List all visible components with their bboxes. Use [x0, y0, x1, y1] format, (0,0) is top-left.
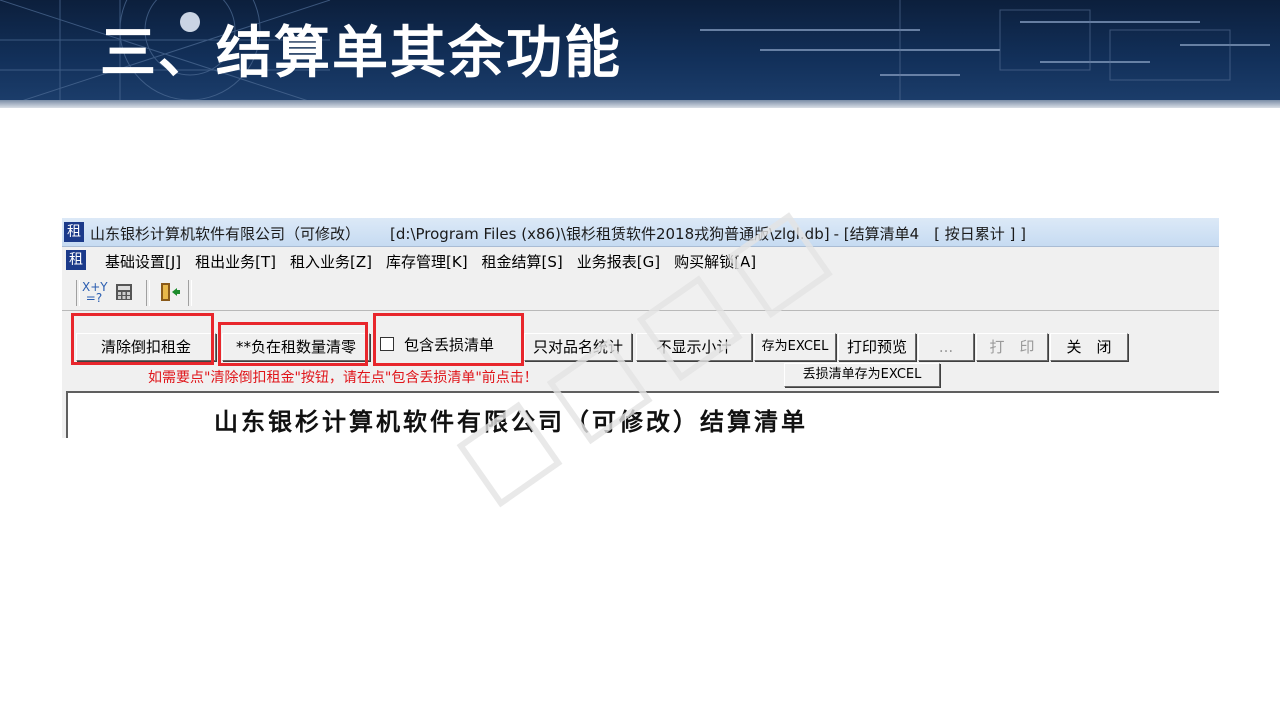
menu-purchase-unlock[interactable]: 购买解锁[A] — [667, 251, 763, 272]
menu-rent-out[interactable]: 租出业务[T] — [188, 251, 283, 272]
print-preview-button[interactable]: 打印预览 — [838, 333, 916, 361]
highlight-include-loss — [373, 313, 524, 366]
save-excel-button[interactable]: 存为EXCEL — [754, 333, 836, 361]
formula-bottom-text: =? — [85, 291, 103, 305]
calculator-icon[interactable] — [112, 282, 136, 304]
more-button[interactable]: ... — [918, 333, 974, 361]
menu-rent-settlement[interactable]: 租金结算[S] — [475, 251, 570, 272]
calculator-formula-icon[interactable]: X+Y =? — [82, 281, 108, 305]
window-title-path: [d:\Program Files (x86)\银杉租赁软件2018戎狗普通版\… — [390, 225, 830, 243]
report-preview: 山东银杉计算机软件有限公司（可修改）结算清单 — [66, 391, 1219, 438]
report-title: 山东银杉计算机软件有限公司（可修改）结算清单 — [214, 407, 808, 436]
slide-title: 三、结算单其余功能 — [100, 21, 622, 86]
toolbar-grip — [76, 280, 80, 306]
hint-text: 如需要点"清除倒扣租金"按钮，请在点"包含丢损清单"前点击！ — [148, 370, 538, 386]
toolbar: X+Y =? — [62, 276, 1219, 311]
toolbar-separator-end — [188, 280, 192, 306]
exit-door-icon[interactable] — [158, 282, 182, 304]
banner-underline — [0, 100, 1280, 108]
menu-reports[interactable]: 业务报表[G] — [570, 251, 667, 272]
menu-app-icon[interactable]: 租 — [66, 250, 86, 270]
window-titlebar: 租 山东银杉计算机软件有限公司（可修改） [d:\Program Files (x… — [62, 218, 1219, 247]
window-title-report: - [结算清单4 [ 按日累计 ] ] — [833, 225, 1027, 243]
window-title-company: 山东银杉计算机软件有限公司（可修改） — [90, 225, 361, 243]
save-loss-excel-button[interactable]: 丢损清单存为EXCEL — [784, 363, 940, 387]
toolbar-separator — [146, 280, 150, 306]
highlight-clear-deduct-rent — [71, 313, 214, 365]
print-button[interactable]: 打 印 — [976, 333, 1048, 361]
menu-basic-settings[interactable]: 基础设置[J] — [98, 251, 188, 272]
only-by-name-button[interactable]: 只对品名统计 — [524, 333, 632, 361]
title-banner: 三、结算单其余功能 — [0, 0, 1280, 108]
menu-bar: 租 基础设置[J] 租出业务[T] 租入业务[Z] 库存管理[K] 租金结算[S… — [62, 247, 1219, 275]
menu-inventory[interactable]: 库存管理[K] — [379, 251, 475, 272]
hide-subtotal-button[interactable]: 不显示小计 — [636, 333, 752, 361]
close-button[interactable]: 关 闭 — [1050, 333, 1128, 361]
window-title: 山东银杉计算机软件有限公司（可修改） [d:\Program Files (x86… — [90, 223, 1026, 244]
highlight-clear-negative-qty — [218, 322, 368, 366]
app-logo-icon: 租 — [64, 222, 84, 242]
menu-rent-in[interactable]: 租入业务[Z] — [283, 251, 379, 272]
